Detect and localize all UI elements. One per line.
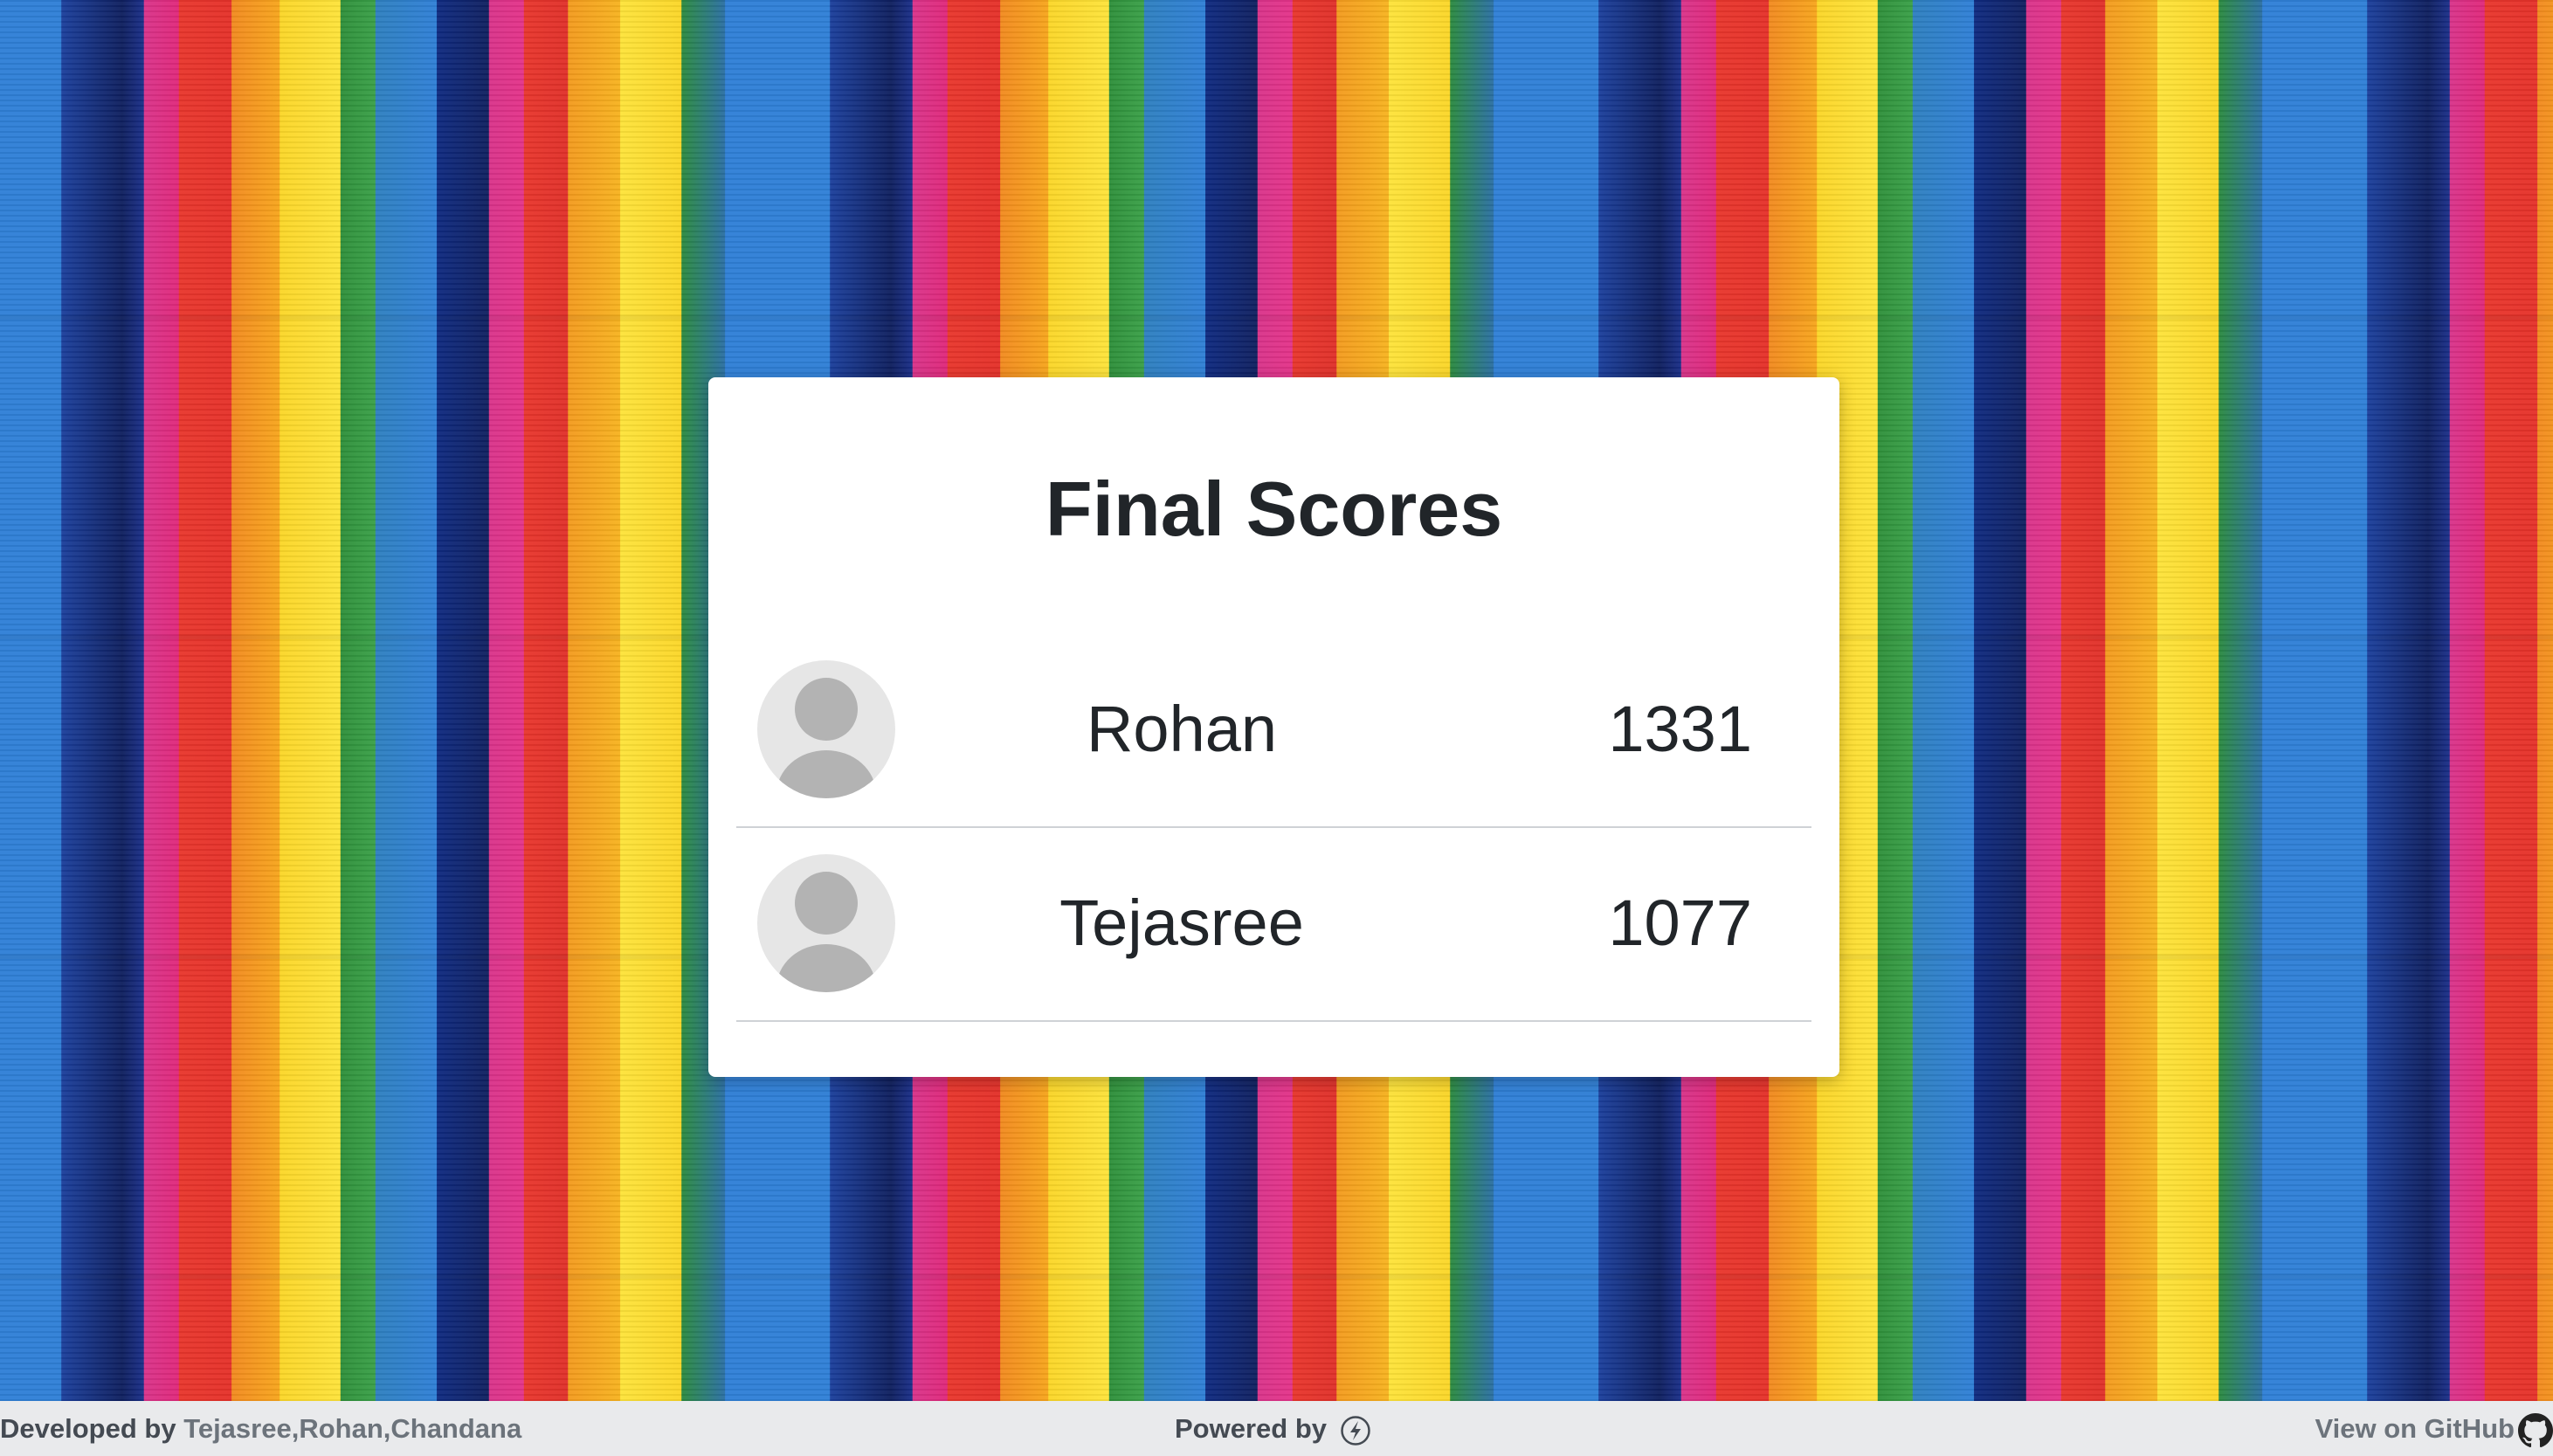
- user-avatar-icon: [757, 854, 895, 992]
- avatar-body: [776, 750, 876, 798]
- avatar-head: [795, 872, 858, 935]
- avatar-head: [795, 678, 858, 741]
- score-row: Rohan 1331: [736, 632, 1811, 828]
- avatar-body: [776, 944, 876, 992]
- powered-by-label: Powered by: [1175, 1413, 1335, 1444]
- lightning-bolt-icon[interactable]: [1340, 1415, 1371, 1446]
- github-icon[interactable]: [2518, 1412, 2553, 1448]
- developed-by-label: Developed by: [0, 1413, 184, 1444]
- player-name: Tejasree: [1059, 887, 1304, 959]
- card-title: Final Scores: [1045, 466, 1503, 552]
- powered-by: Powered by: [1175, 1401, 1371, 1456]
- score-row: Tejasree 1077: [736, 826, 1811, 1022]
- player-score: 1077: [1608, 887, 1752, 959]
- footer: Developed by Tejasree,Rohan,Chandana Pow…: [0, 1401, 2553, 1456]
- page: Final Scores Rohan 1331 Tejasree 1077 De…: [0, 0, 2553, 1456]
- user-avatar-icon: [757, 660, 895, 798]
- developers-link[interactable]: Tejasree,Rohan,Chandana: [183, 1413, 521, 1444]
- github-link[interactable]: View on GitHub: [2315, 1401, 2553, 1456]
- github-link-label[interactable]: View on GitHub: [2315, 1413, 2515, 1444]
- footer-credits: Developed by Tejasree,Rohan,Chandana: [0, 1401, 521, 1456]
- player-score: 1331: [1608, 693, 1752, 765]
- player-name: Rohan: [1086, 693, 1278, 765]
